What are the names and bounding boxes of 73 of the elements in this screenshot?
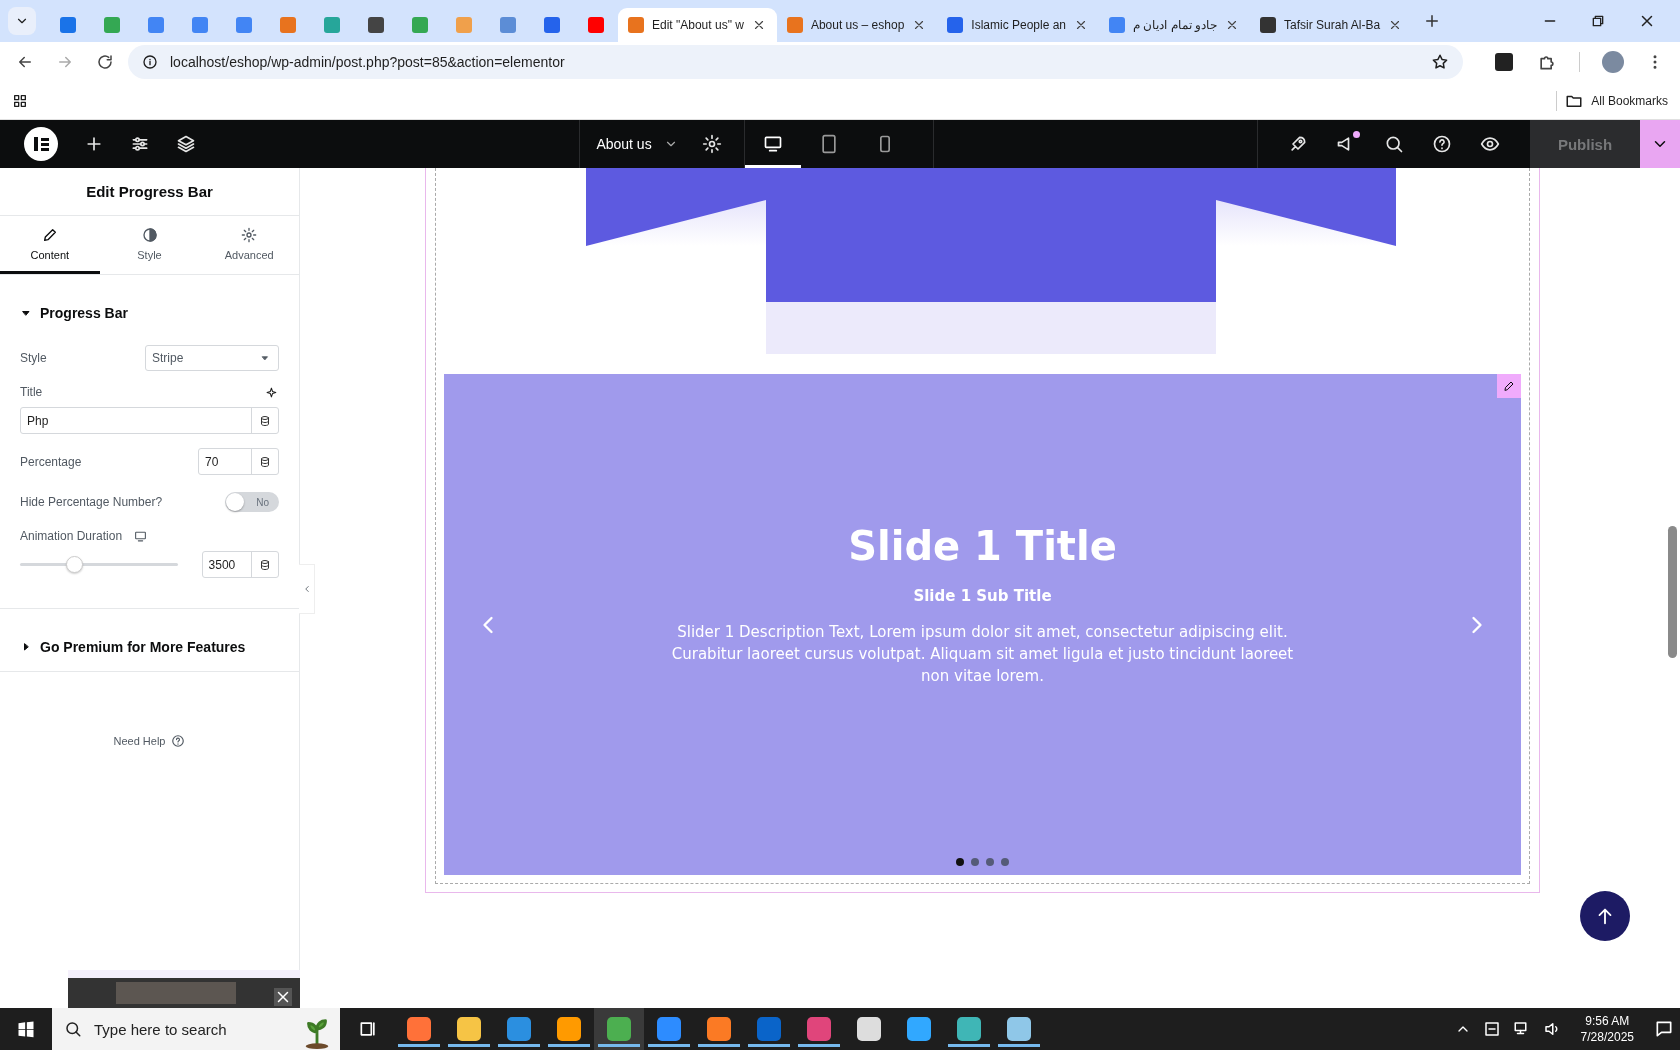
pencil-icon: [1503, 380, 1515, 392]
restore-icon[interactable]: [1590, 13, 1606, 29]
slider-dot[interactable]: [956, 858, 964, 866]
apps-icon[interactable]: [12, 92, 28, 109]
all-bookmarks-button[interactable]: All Bookmarks: [1565, 91, 1668, 110]
address-field[interactable]: localhost/eshop/wp-admin/post.php?post=85&action=elementor: [128, 45, 1463, 79]
caret-down-icon: [260, 353, 270, 363]
panel-title: Edit Progress Bar: [0, 168, 299, 216]
panel-tab[interactable]: Style: [99, 216, 200, 274]
collapse-panel-handle[interactable]: [299, 564, 315, 614]
field-label: Title: [20, 385, 43, 399]
browser-tab[interactable]: Islamic People an: [937, 8, 1100, 42]
slide-subtitle: Slide 1 Sub Title: [913, 586, 1052, 605]
field-label: Animation Duration: [20, 529, 123, 543]
slider-dot[interactable]: [986, 858, 994, 866]
close-icon[interactable]: [274, 988, 292, 1006]
pencil-icon: [41, 226, 58, 243]
clock-date[interactable]: 7/28/2025: [1580, 1029, 1634, 1045]
back-to-top-button[interactable]: [1580, 891, 1630, 941]
field-label: Percentage: [20, 454, 82, 469]
slide-description: Slider 1 Description Text, Lorem ipsum dolor sit amet, consectetur adipiscing elit. Curabitur laoreet cursus volutpat. Aliquam sit amet ligula et justo tincidunt laoreet non vitae lorem.: [670, 621, 1295, 687]
logo-icon[interactable]: [24, 127, 58, 161]
desktop-icon[interactable]: [134, 529, 148, 543]
desktop-icon: [762, 134, 783, 154]
clock-time[interactable]: 9:56 AM: [1585, 1013, 1630, 1029]
tab-title: Edit "About us" w: [652, 18, 744, 32]
browser-tab[interactable]: Edit "About us" w: [618, 8, 777, 42]
tab-title: About us – eshop: [810, 18, 905, 32]
contrast-icon: [141, 226, 158, 243]
notifications-icon[interactable]: [1654, 1019, 1674, 1039]
panel-tab[interactable]: Advanced: [199, 216, 299, 274]
tab-title: Tafsir Surah Al-Ba: [1284, 18, 1381, 32]
rocket-icon[interactable]: [1288, 134, 1308, 154]
taskbar-app-icon[interactable]: [594, 1008, 644, 1050]
sliders-icon[interactable]: [130, 134, 150, 154]
start-icon[interactable]: [16, 1019, 36, 1039]
panel-tab[interactable]: Content: [0, 216, 100, 274]
search-icon: [64, 1020, 82, 1038]
help-icon: [171, 734, 186, 748]
toggle-switch[interactable]: No: [225, 492, 279, 512]
taskbar-search-field[interactable]: Type here to search: [52, 1008, 340, 1050]
help-icon[interactable]: [1432, 134, 1452, 154]
window-preview[interactable]: [68, 970, 300, 1008]
section-toggle[interactable]: Progress Bar: [0, 275, 299, 337]
slider-dot[interactable]: [971, 858, 979, 866]
reload-icon[interactable]: [96, 53, 114, 71]
settings-icon: [241, 226, 258, 243]
slider-thumb[interactable]: [65, 556, 83, 573]
browser-tab[interactable]: Tafsir Surah Al-Ba: [1250, 8, 1414, 42]
search-icon[interactable]: [1384, 134, 1404, 154]
page-selector[interactable]: About us: [580, 136, 694, 152]
help-link[interactable]: Need Help: [113, 734, 186, 748]
function-icon[interactable]: [1495, 53, 1513, 71]
field-label: Style: [20, 351, 47, 365]
browser-tab[interactable]: About us – eshop: [776, 8, 938, 42]
layers-icon[interactable]: [176, 134, 196, 154]
edit-widget-button[interactable]: [1497, 374, 1521, 398]
preview-icon[interactable]: [1480, 134, 1500, 154]
slider-dot[interactable]: [1001, 858, 1009, 866]
tab-title: Islamic People an: [971, 18, 1067, 32]
section-toggle[interactable]: Go Premium for More Features: [0, 609, 299, 671]
slide-title: Slide 1 Title: [848, 522, 1117, 569]
task-view-icon[interactable]: [358, 1019, 378, 1039]
star-icon[interactable]: [1431, 53, 1449, 71]
settings-icon[interactable]: [701, 134, 722, 154]
tab-title: جادو تمام ادیان م: [1133, 18, 1218, 32]
ai-sparkle-icon[interactable]: [266, 385, 279, 399]
info-icon: [142, 54, 158, 70]
browser-tab[interactable]: جادو تمام ادیان م: [1099, 8, 1251, 42]
style-dropdown[interactable]: Stripe: [145, 345, 279, 371]
avatar-icon[interactable]: [1602, 51, 1624, 73]
field-label: Hide Percentage Number?: [20, 495, 163, 509]
sync-icon[interactable]: [1482, 1020, 1501, 1038]
